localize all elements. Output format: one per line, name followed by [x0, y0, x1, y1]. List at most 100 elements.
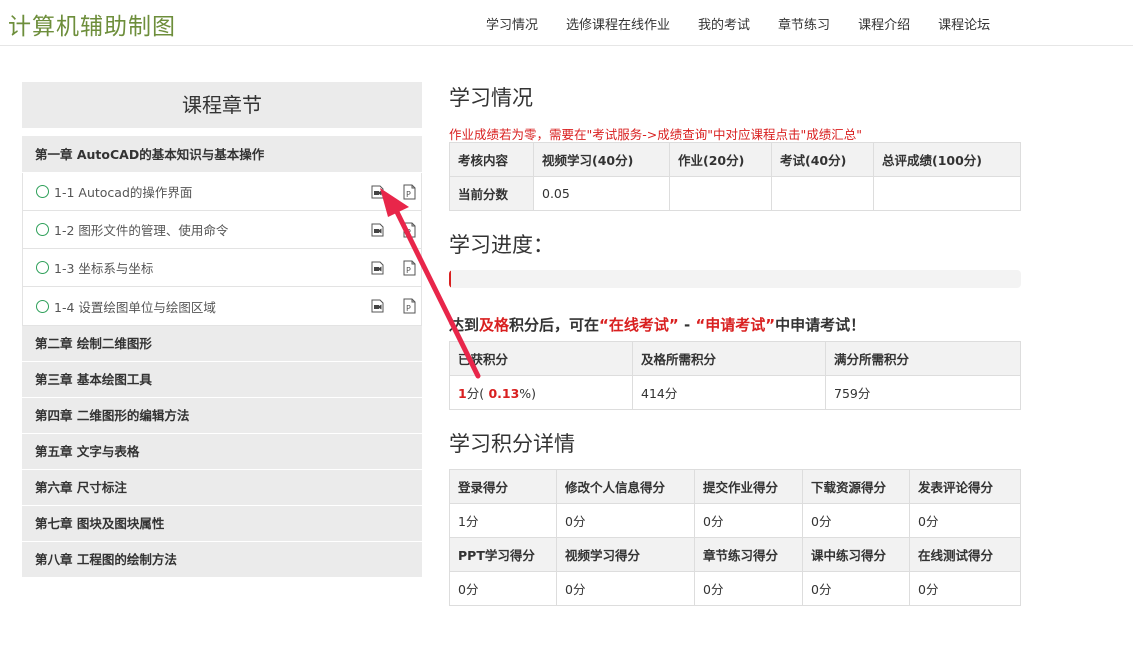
notice-text: 中申请考试！: [775, 316, 866, 334]
table-cell: 当前分数: [449, 176, 534, 211]
earned-percent: 0.13: [484, 386, 520, 401]
table-cell: 0分: [909, 571, 1021, 606]
site-logo[interactable]: 计算机辅助制图: [8, 7, 176, 41]
score-note: 作业成绩若为零，需要在"考试服务->成绩查询"中对应课程点击"成绩汇总": [449, 127, 862, 142]
table-header: 章节练习得分: [694, 537, 803, 572]
chapter-6[interactable]: 第六章 尺寸标注: [22, 470, 422, 506]
top-bar: 计算机辅助制图 学习情况 选修课程在线作业 我的考试 章节练习 课程介绍 课程论…: [0, 0, 1133, 46]
score-table: 考核内容 视频学习(40分) 作业(20分) 考试(40分) 总评成绩(100分…: [449, 142, 1021, 211]
chapter-8[interactable]: 第八章 工程图的绘制方法: [22, 542, 422, 578]
earned-points: 1分( 0.13%): [449, 375, 633, 410]
table-cell: [873, 176, 1021, 211]
table-header: 考试(40分): [771, 142, 874, 177]
nav-chapter-practice[interactable]: 章节练习: [764, 14, 844, 33]
progress-bar: [449, 270, 1021, 288]
table-header: 登录得分: [449, 469, 557, 504]
lesson-list: 1-1 Autocad的操作界面 P 1-2 图形文件的管理、使用命令 P 1-…: [22, 173, 422, 326]
table-cell: 759分: [825, 375, 1021, 410]
notice-text: 积分后，可在: [509, 316, 600, 334]
video-icon[interactable]: [371, 185, 384, 199]
video-icon[interactable]: [371, 223, 384, 237]
table-header: PPT学习得分: [449, 537, 557, 572]
progress-heading: 学习进度：: [449, 233, 554, 257]
svg-text:P: P: [406, 304, 411, 313]
sidebar-title: 课程章节: [22, 82, 422, 128]
lesson-label[interactable]: 1-2 图形文件的管理、使用命令: [54, 220, 228, 239]
lesson-item[interactable]: 1-2 图形文件的管理、使用命令 P: [23, 211, 421, 249]
table-cell: 0分: [556, 503, 695, 538]
table-cell: 0分: [909, 503, 1021, 538]
lesson-label[interactable]: 1-4 设置绘图单位与绘图区域: [54, 297, 216, 316]
table-cell: 0分: [802, 503, 910, 538]
svg-text:P: P: [406, 266, 411, 275]
nav-study-status[interactable]: 学习情况: [472, 14, 552, 33]
lesson-item[interactable]: 1-4 设置绘图单位与绘图区域 P: [23, 287, 421, 325]
chapter-7[interactable]: 第七章 图块及图块属性: [22, 506, 422, 542]
ppt-icon[interactable]: P: [403, 222, 416, 238]
table-cell: 0分: [802, 571, 910, 606]
exam-notice: 达到及格积分后，可在“在线考试” - “申请考试”中申请考试！: [449, 314, 865, 335]
table-header: 总评成绩(100分): [873, 142, 1021, 177]
study-status-heading: 学习情况: [449, 86, 533, 110]
table-header: 及格所需积分: [632, 341, 826, 376]
notice-pass-text: 及格: [479, 316, 510, 334]
lesson-label[interactable]: 1-1 Autocad的操作界面: [54, 182, 192, 201]
table-cell: [771, 176, 874, 211]
status-circle-icon: [36, 185, 49, 198]
chapter-4[interactable]: 第四章 二维图形的编辑方法: [22, 398, 422, 434]
svg-text:P: P: [406, 228, 411, 237]
chapter-5[interactable]: 第五章 文字与表格: [22, 434, 422, 470]
table-cell: 1分: [449, 503, 557, 538]
detail-heading: 学习积分详情: [449, 432, 575, 456]
table-cell: 0.05: [533, 176, 670, 211]
table-header: 视频学习得分: [556, 537, 695, 572]
chapter-1[interactable]: 第一章 AutoCAD的基本知识与基本操作: [22, 136, 422, 173]
table-header: 已获积分: [449, 341, 633, 376]
nav-elective-homework[interactable]: 选修课程在线作业: [552, 14, 684, 33]
video-icon[interactable]: [371, 299, 384, 313]
chapter-2[interactable]: 第二章 绘制二维图形: [22, 326, 422, 362]
table-cell: [669, 176, 772, 211]
video-icon[interactable]: [371, 261, 384, 275]
lesson-item[interactable]: 1-1 Autocad的操作界面 P: [23, 173, 421, 211]
notice-text: -: [678, 316, 696, 334]
chapter-sidebar: 课程章节 第一章 AutoCAD的基本知识与基本操作 1-1 Autocad的操…: [22, 82, 422, 578]
detail-table: 登录得分 修改个人信息得分 提交作业得分 下载资源得分 发表评论得分 1分 0分…: [449, 469, 1021, 606]
table-cell: 414分: [632, 375, 826, 410]
table-header: 提交作业得分: [694, 469, 803, 504]
ppt-icon[interactable]: P: [403, 260, 416, 276]
nav-my-exams[interactable]: 我的考试: [684, 14, 764, 33]
notice-text: 达到: [449, 316, 480, 334]
table-cell: 0分: [694, 503, 803, 538]
status-circle-icon: [36, 223, 49, 236]
table-header: 考核内容: [449, 142, 534, 177]
ppt-icon[interactable]: P: [403, 184, 416, 200]
lesson-item[interactable]: 1-3 坐标系与坐标 P: [23, 249, 421, 287]
table-header: 发表评论得分: [909, 469, 1021, 504]
nav-course-intro[interactable]: 课程介绍: [844, 14, 924, 33]
notice-apply-exam: “申请考试”: [695, 316, 776, 334]
status-circle-icon: [36, 261, 49, 274]
earned-suffix: %): [519, 386, 537, 401]
table-header: 满分所需积分: [825, 341, 1021, 376]
table-header: 修改个人信息得分: [556, 469, 695, 504]
lesson-label[interactable]: 1-3 坐标系与坐标: [54, 258, 153, 277]
table-cell: 0分: [449, 571, 557, 606]
table-cell: 0分: [556, 571, 695, 606]
status-circle-icon: [36, 299, 49, 313]
points-table: 已获积分 及格所需积分 满分所需积分 1分( 0.13%) 414分 759分: [449, 341, 1021, 410]
svg-text:P: P: [406, 190, 411, 199]
earned-unit: 分(: [466, 386, 485, 401]
table-header: 在线测试得分: [909, 537, 1021, 572]
progress-fill: [449, 270, 451, 288]
table-cell: 0分: [694, 571, 803, 606]
earned-value: 1: [458, 386, 467, 401]
notice-online-exam: “在线考试”: [599, 316, 679, 334]
table-header: 作业(20分): [669, 142, 772, 177]
nav-course-forum[interactable]: 课程论坛: [924, 14, 1004, 33]
table-header: 下载资源得分: [802, 469, 910, 504]
chapter-3[interactable]: 第三章 基本绘图工具: [22, 362, 422, 398]
main-nav: 学习情况 选修课程在线作业 我的考试 章节练习 课程介绍 课程论坛: [472, 0, 1004, 46]
table-header: 视频学习(40分): [533, 142, 670, 177]
ppt-icon[interactable]: P: [403, 298, 416, 314]
